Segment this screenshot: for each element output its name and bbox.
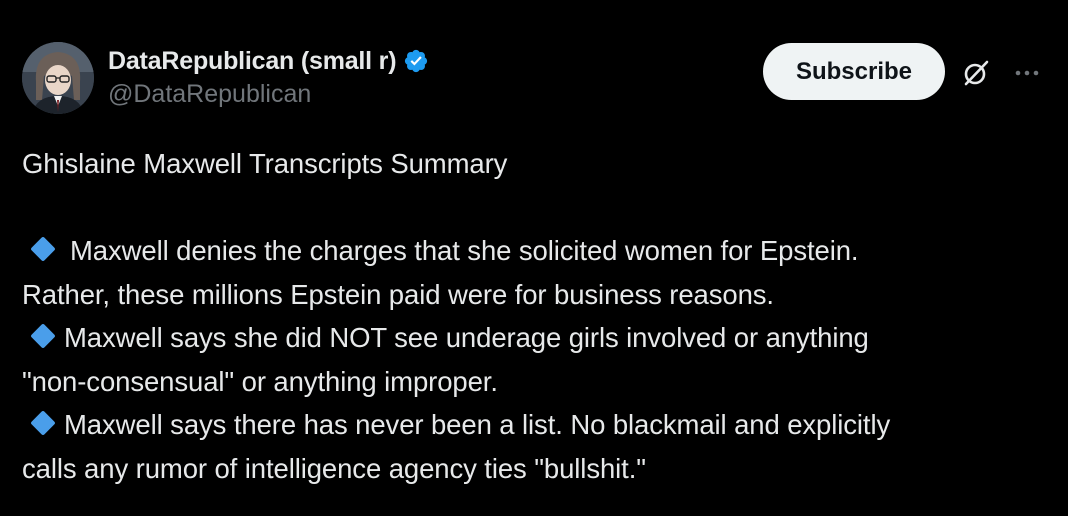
blue-diamond-icon — [30, 323, 56, 349]
grok-icon[interactable] — [960, 57, 992, 89]
blue-diamond-icon — [30, 236, 56, 262]
bullet-3-line-1: Maxwell says there has never been a list… — [22, 403, 1052, 447]
bullet-2-line-1: Maxwell says she did NOT see underage gi… — [22, 316, 1052, 360]
bullet-3-line-2: calls any rumor of intelligence agency t… — [22, 452, 646, 484]
bullet-2-line-2: "non-consensual" or anything improper. — [22, 365, 498, 397]
bullet-text: Maxwell says she did NOT see underage gi… — [64, 322, 869, 353]
bullet-1-line-1: Maxwell denies the charges that she soli… — [22, 229, 1052, 273]
author-handle[interactable]: @DataRepublican — [108, 80, 311, 109]
author-display-name[interactable]: DataRepublican (small r) — [108, 47, 397, 76]
bullet-1-line-2: Rather, these millions Epstein paid were… — [22, 278, 774, 310]
bullet-text: Maxwell says there has never been a list… — [64, 409, 891, 440]
post-text: Ghislaine Maxwell Transcripts Summary Ma… — [22, 142, 1052, 490]
subscribe-button[interactable]: Subscribe — [763, 43, 945, 100]
avatar[interactable] — [22, 42, 94, 114]
post-card: DataRepublican (small r) @DataRepublican… — [0, 0, 1068, 516]
verified-badge-icon[interactable] — [403, 48, 429, 74]
blue-diamond-icon — [30, 410, 56, 436]
more-icon[interactable] — [1011, 57, 1043, 89]
avatar-image — [22, 42, 94, 114]
post-title: Ghislaine Maxwell Transcripts Summary — [22, 148, 508, 179]
bullet-text: Maxwell denies the charges that she soli… — [70, 235, 859, 266]
author-name-row: DataRepublican (small r) — [108, 44, 429, 78]
